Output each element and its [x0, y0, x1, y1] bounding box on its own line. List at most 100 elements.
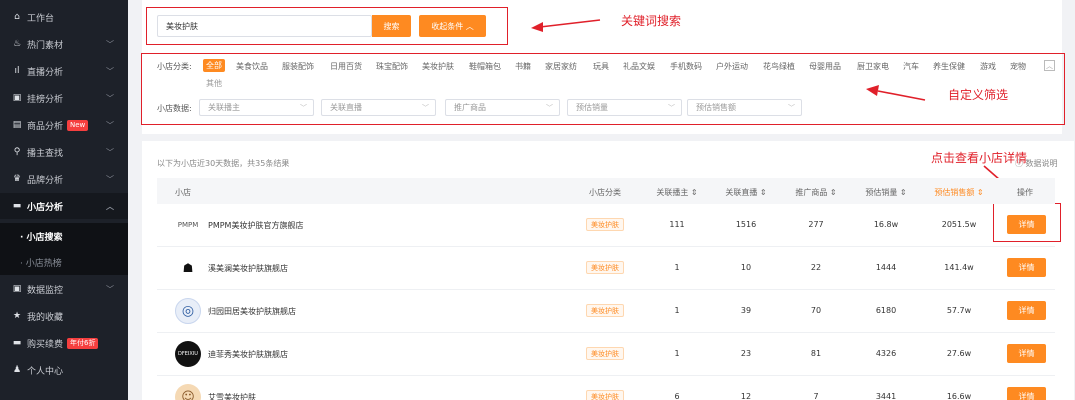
category-tag: 美妆护肤: [586, 304, 624, 317]
sidebar-item-store[interactable]: ▬ 小店分析 ︿: [0, 193, 128, 219]
column-header[interactable]: 推广商品 ⇕: [795, 187, 836, 198]
sidebar-item-label: 个人中心: [27, 366, 64, 377]
detail-button[interactable]: 详情: [1007, 344, 1046, 363]
card-icon: ▬: [12, 338, 22, 348]
chevron-down-icon: ﹀: [422, 103, 429, 112]
category-option[interactable]: 厨卫家电: [857, 61, 889, 72]
detail-button[interactable]: 详情: [1007, 387, 1046, 400]
column-header[interactable]: 预估销量 ⇕: [865, 187, 906, 198]
shop-name[interactable]: 溪美澜美妆护肤旗舰店: [208, 263, 288, 274]
store-icon: ▬: [12, 201, 22, 211]
category-option[interactable]: 游戏: [980, 61, 996, 72]
category-collapse-icon[interactable]: ︿: [1044, 60, 1055, 71]
sidebar-item-bag[interactable]: ▤ 商品分析 New ﹀: [0, 112, 128, 138]
data-description-label: 数据说明: [1025, 159, 1058, 168]
result-summary: 以下为小店近30天数据，共35条结果: [157, 159, 290, 168]
data-filter-select[interactable]: 预估销售额 ﹀: [687, 99, 802, 116]
cell-anchors: 6: [674, 392, 680, 400]
sidebar-item-fire[interactable]: ♨ 热门素材 ﹀: [0, 31, 128, 57]
category-option[interactable]: 母婴用品: [809, 61, 841, 72]
cell-revenue: 141.4w: [944, 263, 974, 272]
category-option[interactable]: 花鸟绿植: [763, 61, 795, 72]
category-option[interactable]: 鞋帽箱包: [469, 61, 501, 72]
cell-lives: 1516: [735, 220, 757, 229]
category-option[interactable]: 汽车: [903, 61, 919, 72]
sidebar-item-card[interactable]: ▬ 购买续费 年付6折: [0, 330, 128, 356]
chevron-down-icon: ﹀: [546, 103, 553, 112]
shop-logo: DFEIXIU: [175, 341, 201, 367]
data-description-link[interactable]: ⓘ 数据说明: [1015, 158, 1058, 169]
cell-revenue: 16.6w: [946, 392, 972, 400]
column-header: 小店: [175, 188, 191, 197]
info-icon: ⓘ: [1015, 159, 1026, 168]
cell-sales: 16.8w: [873, 220, 899, 229]
star-icon: ★: [12, 311, 22, 321]
cell-lives: 23: [740, 349, 752, 358]
sidebar-item-label: 直播分析: [27, 67, 64, 78]
category-option[interactable]: 养生保健: [933, 61, 965, 72]
category-option[interactable]: 美妆护肤: [422, 61, 454, 72]
sidebar-subitem[interactable]: · 小店热榜: [0, 249, 128, 275]
category-option[interactable]: 手机数码: [670, 61, 702, 72]
category-option[interactable]: 日用百货: [330, 61, 362, 72]
category-option[interactable]: 珠宝配饰: [376, 61, 408, 72]
sidebar-item-label: 热门素材: [27, 40, 64, 51]
data-filter-label: 小店数据:: [157, 104, 192, 113]
category-option[interactable]: 书籍: [515, 61, 531, 72]
sidebar-item-monitor[interactable]: ▣ 数据监控 ﹀: [0, 276, 128, 302]
category-option[interactable]: 玩具: [593, 61, 609, 72]
sidebar-item-search[interactable]: ⚲ 播主查找 ﹀: [0, 139, 128, 165]
sidebar-item-bar-chart[interactable]: ıl 直播分析 ﹀: [0, 58, 128, 84]
detail-button[interactable]: 详情: [1007, 258, 1046, 277]
cell-sales: 4326: [875, 349, 897, 358]
data-filter-select[interactable]: 预估销量 ﹀: [567, 99, 682, 116]
sidebar-item-label: 我的收藏: [27, 312, 64, 323]
shop-logo: ◎: [175, 298, 201, 324]
sidebar-item-star[interactable]: ★ 我的收藏: [0, 303, 128, 329]
select-placeholder: 推广商品: [454, 103, 486, 112]
chevron-down-icon: ﹀: [106, 174, 114, 184]
shop-name[interactable]: PMPM美妆护肤官方旗舰店: [208, 220, 303, 231]
sidebar-subitem[interactable]: · 小店搜索: [0, 223, 128, 249]
category-option[interactable]: 家居家纺: [545, 61, 577, 72]
data-filter-select[interactable]: 推广商品 ﹀: [445, 99, 560, 116]
cell-anchors: 1: [674, 349, 680, 358]
category-option[interactable]: 户外运动: [716, 61, 748, 72]
data-filter-select[interactable]: 关联播主 ﹀: [199, 99, 314, 116]
shop-name[interactable]: 归园田居美妆护肤旗舰店: [208, 306, 296, 317]
image-icon: ▣: [12, 93, 22, 103]
detail-button[interactable]: 详情: [1007, 301, 1046, 320]
annotation-keyword: 关键词搜索: [621, 14, 682, 28]
category-other[interactable]: 其他: [206, 78, 222, 89]
shop-name[interactable]: 迪菲秀美妆护肤旗舰店: [208, 349, 288, 360]
chevron-down-icon: ﹀: [788, 103, 795, 112]
bar-chart-icon: ıl: [14, 66, 20, 76]
home-icon: ⌂: [14, 12, 20, 22]
chevron-down-icon: ﹀: [300, 103, 307, 112]
column-header[interactable]: 关联直播 ⇕: [725, 187, 766, 198]
category-option[interactable]: 礼品文娱: [623, 61, 655, 72]
detail-button[interactable]: 详情: [1007, 215, 1046, 234]
category-option[interactable]: 美食饮品: [236, 61, 268, 72]
cell-products: 7: [813, 392, 819, 400]
cell-anchors: 111: [669, 220, 685, 229]
category-option[interactable]: 服装配饰: [282, 61, 314, 72]
category-option[interactable]: 宠物: [1010, 61, 1026, 72]
sidebar-item-label: 小店分析: [27, 202, 64, 213]
data-filter-select[interactable]: 关联直播 ﹀: [321, 99, 436, 116]
sidebar-badge: 年付6折: [67, 337, 99, 349]
chevron-down-icon: ﹀: [106, 284, 114, 294]
sidebar-item-image[interactable]: ▣ 挂榜分析 ﹀: [0, 85, 128, 111]
sidebar-item-gift[interactable]: ♛ 品牌分析 ﹀: [0, 166, 128, 192]
category-option[interactable]: 全部: [203, 59, 225, 72]
sidebar-item-home[interactable]: ⌂ 工作台: [0, 4, 128, 30]
cell-products: 277: [808, 220, 824, 229]
category-tag: 美妆护肤: [586, 347, 624, 360]
column-header[interactable]: 预估销售额 ⇕: [934, 187, 983, 198]
shop-name[interactable]: 艾雪美妆护肤: [208, 392, 256, 400]
column-header[interactable]: 关联播主 ⇕: [656, 187, 697, 198]
cell-anchors: 1: [674, 263, 680, 272]
sidebar-item-user[interactable]: ♟ 个人中心: [0, 357, 128, 383]
annotation-detail: 点击查看小店详情: [931, 151, 1028, 165]
column-header: 小店分类: [589, 188, 621, 197]
